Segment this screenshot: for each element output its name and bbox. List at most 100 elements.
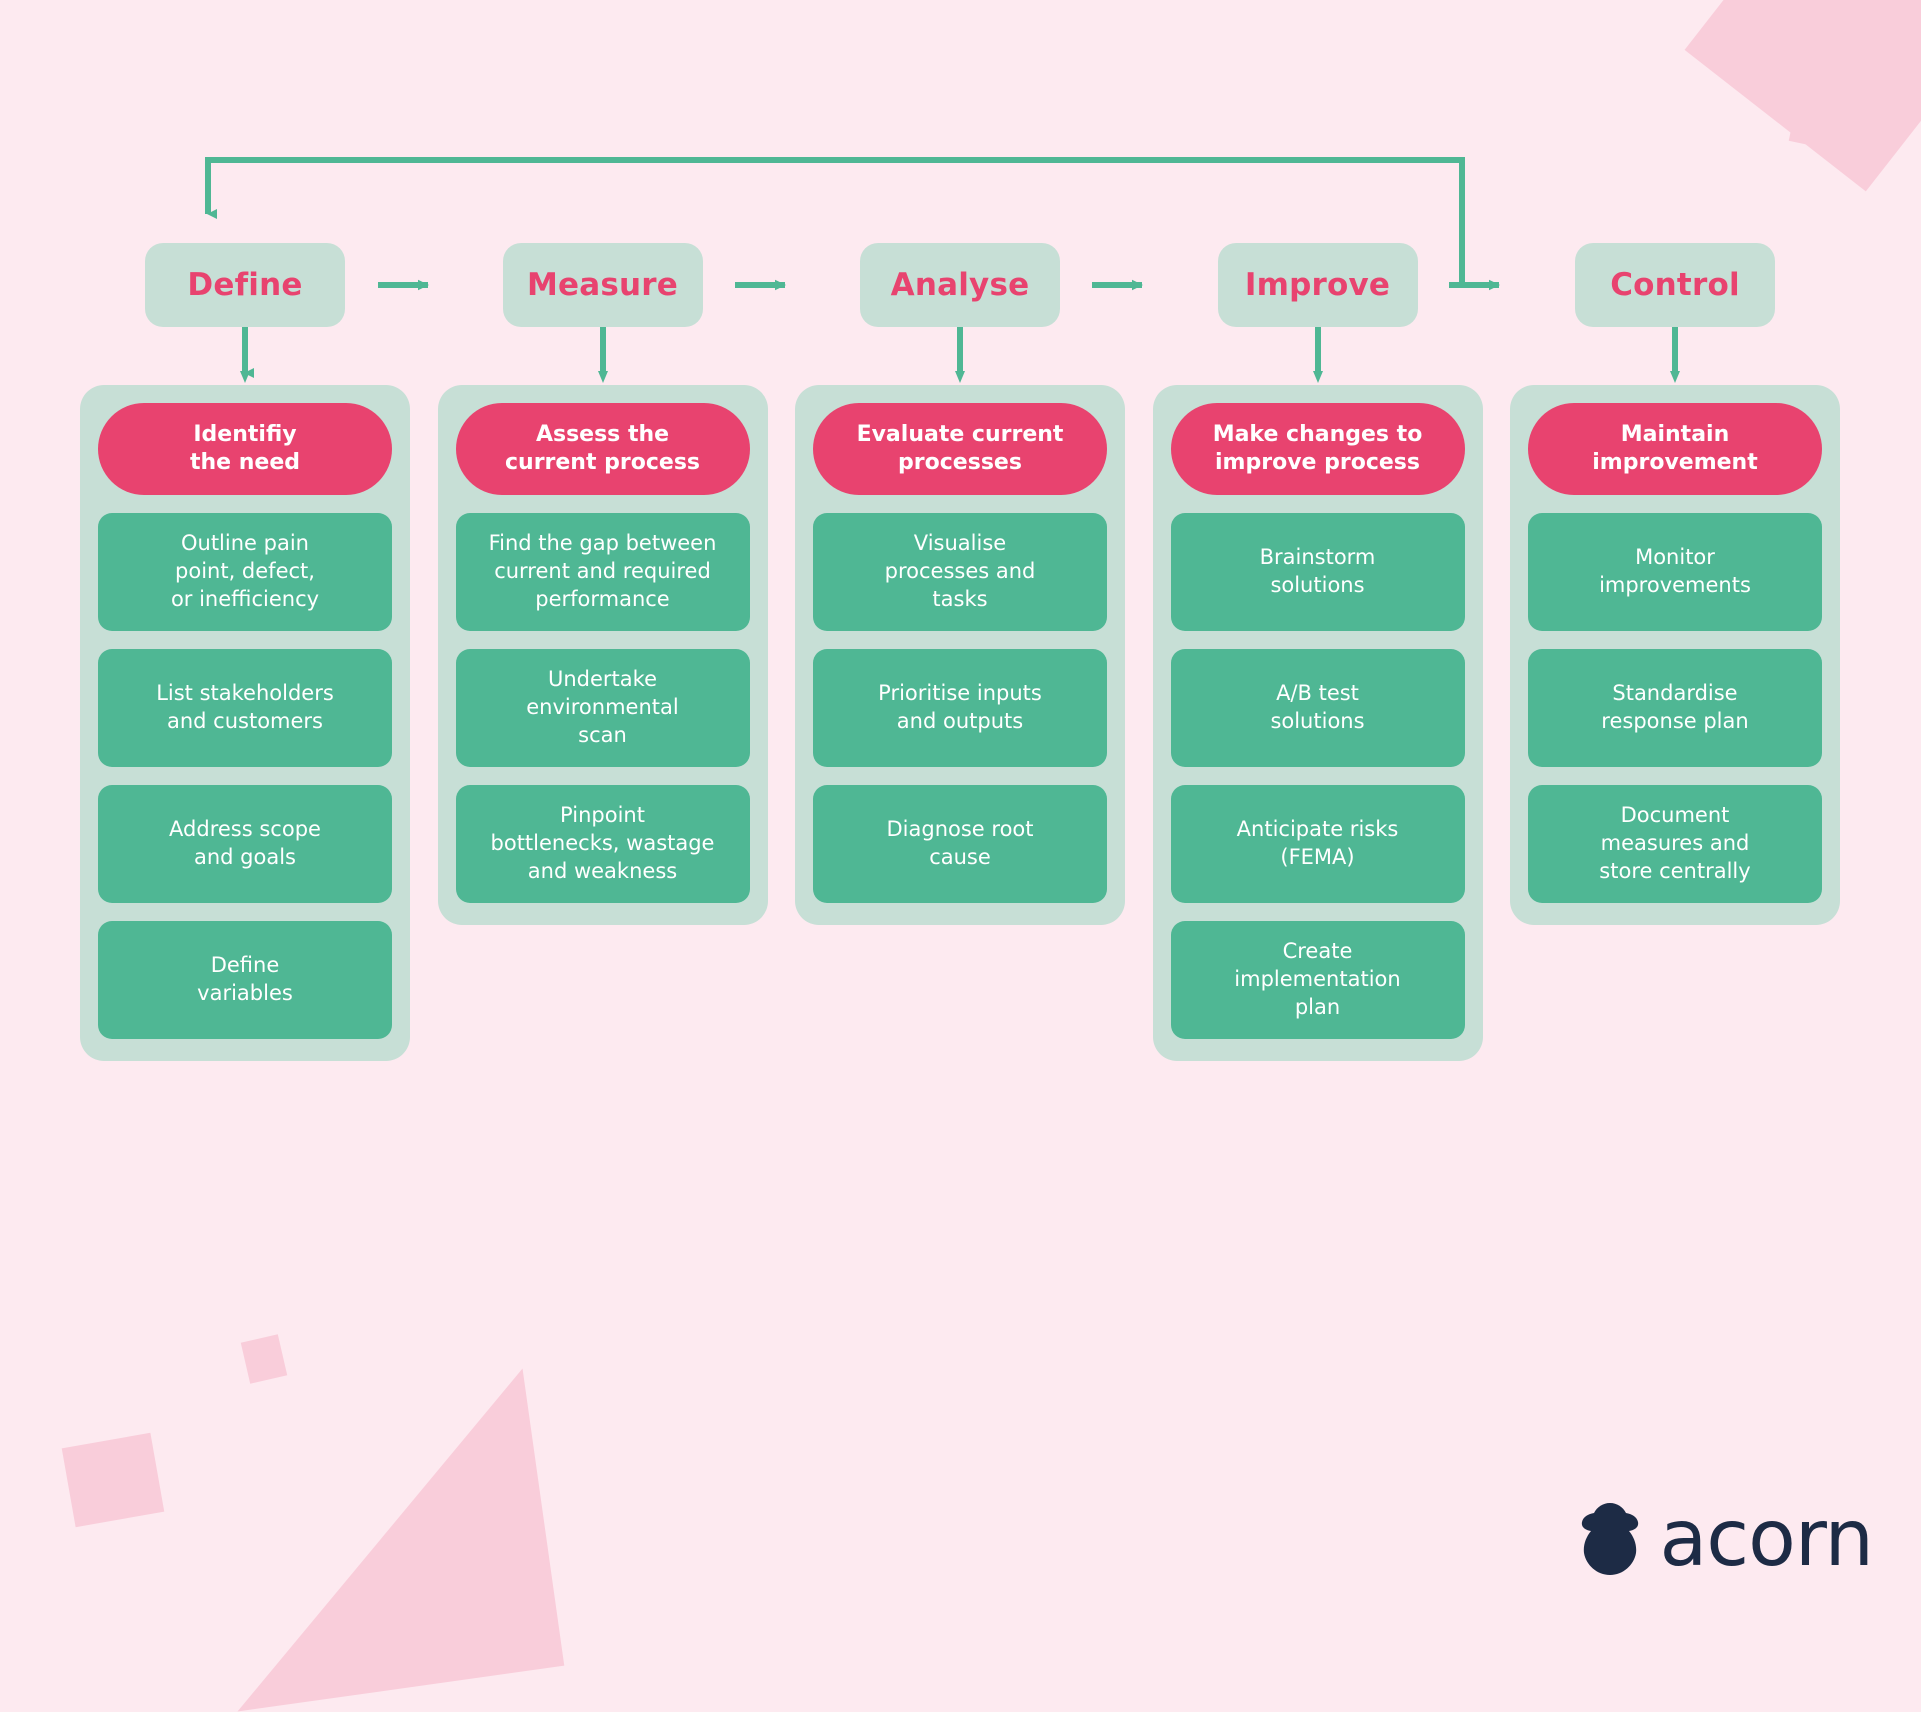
stage-item-line: point, defect, <box>175 559 315 584</box>
stage-panel-analyse: Evaluate current processes Visualise pro… <box>795 385 1125 925</box>
stage-item-line: List stakeholders <box>156 681 334 706</box>
stage-item-line: solutions <box>1270 709 1365 733</box>
stage-item[interactable]: Anticipate risks (FEMA) <box>1170 785 1465 903</box>
stage-item-line: Diagnose root <box>886 817 1034 842</box>
stage-column-control: Control Maintain improvement Monitor imp… <box>1510 243 1840 925</box>
connector-measure <box>438 327 768 385</box>
stage-item-line: plan <box>1294 994 1341 1019</box>
stage-item-line: environmental <box>526 695 679 720</box>
acorn-logo: acorn <box>1579 1494 1874 1584</box>
stage-goal-define[interactable]: Identifiy the need <box>98 403 392 495</box>
stage-item-line: Brainstorm <box>1259 545 1376 570</box>
stage-item-line: Undertake <box>547 667 657 692</box>
stage-item-line: and customers <box>166 709 323 733</box>
stage-item[interactable]: Define variables <box>98 921 392 1039</box>
stage-goal-line: current process <box>504 450 701 475</box>
stage-item[interactable]: Pinpoint bottlenecks, wastage and weakne… <box>455 785 750 903</box>
stage-item[interactable]: Monitor improvements <box>1528 513 1822 631</box>
stage-header-control[interactable]: Control <box>1575 243 1775 327</box>
stage-item-line: and weakness <box>527 858 678 883</box>
stage-item-line: A/B test <box>1276 681 1359 706</box>
stage-item-line: store centrally <box>1599 858 1751 883</box>
stage-item[interactable]: Prioritise inputs and outputs <box>813 649 1107 767</box>
stage-item-line: Monitor <box>1635 545 1715 570</box>
stage-columns: Define Identifiy the need Outline pain p… <box>80 243 1840 1061</box>
stage-header-label: Control <box>1610 267 1740 303</box>
stage-goal-line: Assess the <box>535 421 670 447</box>
stage-item-line: scan <box>578 722 627 747</box>
stage-item[interactable]: Find the gap between current and require… <box>455 513 750 631</box>
stage-goal-line: improve process <box>1215 450 1420 475</box>
stage-panel-measure: Assess the current process Find the gap … <box>437 385 768 925</box>
stage-item-line: Prioritise inputs <box>878 681 1042 706</box>
stage-item[interactable]: Diagnose root cause <box>813 785 1107 903</box>
stage-column-define: Define Identifiy the need Outline pain p… <box>80 243 410 1061</box>
stage-item-line: performance <box>535 586 670 611</box>
stage-column-improve: Improve Make changes to improve process <box>1152 243 1483 1061</box>
stage-item-line: Find the gap between <box>488 531 717 556</box>
stage-goal-measure[interactable]: Assess the current process <box>455 403 750 495</box>
stage-item[interactable]: Brainstorm solutions <box>1170 513 1465 631</box>
stage-column-measure: Measure Assess the current process Find … <box>437 243 768 925</box>
stage-goal-control[interactable]: Maintain improvement <box>1528 403 1822 495</box>
stage-item-line: Outline pain <box>180 531 309 556</box>
stage-item[interactable]: Outline pain point, defect, or inefficie… <box>98 513 392 631</box>
stage-item-line: response plan <box>1601 709 1749 733</box>
stage-item-line: Address scope <box>169 817 321 842</box>
stage-item[interactable]: Visualise processes and tasks <box>813 513 1107 631</box>
stage-item-line: measures and <box>1600 831 1750 856</box>
stage-header-measure[interactable]: Measure <box>502 243 703 327</box>
stage-item-line: and goals <box>193 845 296 869</box>
stage-item-line: Anticipate risks <box>1236 817 1399 842</box>
stage-item-line: Create <box>1282 939 1353 964</box>
stage-header-label: Analyse <box>890 267 1030 303</box>
stage-goal-improve[interactable]: Make changes to improve process <box>1170 403 1465 495</box>
stage-goal-line: improvement <box>1592 450 1758 475</box>
stage-goal-analyse[interactable]: Evaluate current processes <box>813 403 1107 495</box>
stage-item-line: Visualise <box>913 531 1007 556</box>
stage-header-improve[interactable]: Improve <box>1217 243 1418 327</box>
dmaic-process-diagram: Define Identifiy the need Outline pain p… <box>0 0 1921 1630</box>
stage-item[interactable]: A/B test solutions <box>1170 649 1465 767</box>
acorn-icon <box>1582 1503 1639 1575</box>
stage-item-line: Standardise <box>1612 681 1738 706</box>
stage-goal-line: Identifiy <box>193 421 297 447</box>
stage-item-line: tasks <box>932 586 988 611</box>
stage-header-analyse[interactable]: Analyse <box>860 243 1060 327</box>
stage-header-label: Improve <box>1244 267 1391 303</box>
stage-header-label: Define <box>187 267 303 303</box>
stage-goal-line: processes <box>898 450 1022 475</box>
stage-item-line: variables <box>197 981 293 1005</box>
stage-item[interactable]: Standardise response plan <box>1528 649 1822 767</box>
stage-header-label: Measure <box>526 267 679 303</box>
stage-goal-line: Evaluate current <box>856 421 1064 447</box>
stage-column-analyse: Analyse Evaluate current processes Visua… <box>795 243 1125 925</box>
stage-item-line: solutions <box>1270 573 1365 597</box>
stage-panel-control: Maintain improvement Monitor improvement… <box>1510 385 1840 925</box>
stage-item-line: processes and <box>884 559 1036 584</box>
stage-goal-line: the need <box>189 450 300 475</box>
connector-improve <box>1153 327 1483 385</box>
stage-item[interactable]: Document measures and store centrally <box>1528 785 1822 903</box>
connector-define <box>80 327 410 385</box>
stage-item-line: (FEMA) <box>1280 845 1355 869</box>
stage-item-line: bottlenecks, wastage <box>490 831 715 856</box>
stage-goal-line: Make changes to <box>1212 421 1423 447</box>
stage-item-line: or inefficiency <box>170 586 320 611</box>
stage-header-define[interactable]: Define <box>145 243 345 327</box>
stage-item-line: Pinpoint <box>560 803 645 828</box>
connector-analyse <box>795 327 1125 385</box>
stage-item-line: current and required <box>494 559 711 584</box>
stage-item[interactable]: Undertake environmental scan <box>455 649 750 767</box>
stage-item[interactable]: Address scope and goals <box>98 785 392 903</box>
stage-item-line: Document <box>1620 803 1730 828</box>
stage-item-line: improvements <box>1599 573 1751 597</box>
stage-item[interactable]: Create implementation plan <box>1170 921 1465 1039</box>
stage-item-line: Define <box>210 953 280 978</box>
stage-item[interactable]: List stakeholders and customers <box>98 649 392 767</box>
stage-item-line: and outputs <box>896 709 1024 733</box>
acorn-wordmark: acorn <box>1659 1494 1874 1584</box>
stage-item-line: cause <box>929 845 991 869</box>
connector-control <box>1510 327 1840 385</box>
stage-panel-improve: Make changes to improve process Brainsto… <box>1152 385 1483 1061</box>
